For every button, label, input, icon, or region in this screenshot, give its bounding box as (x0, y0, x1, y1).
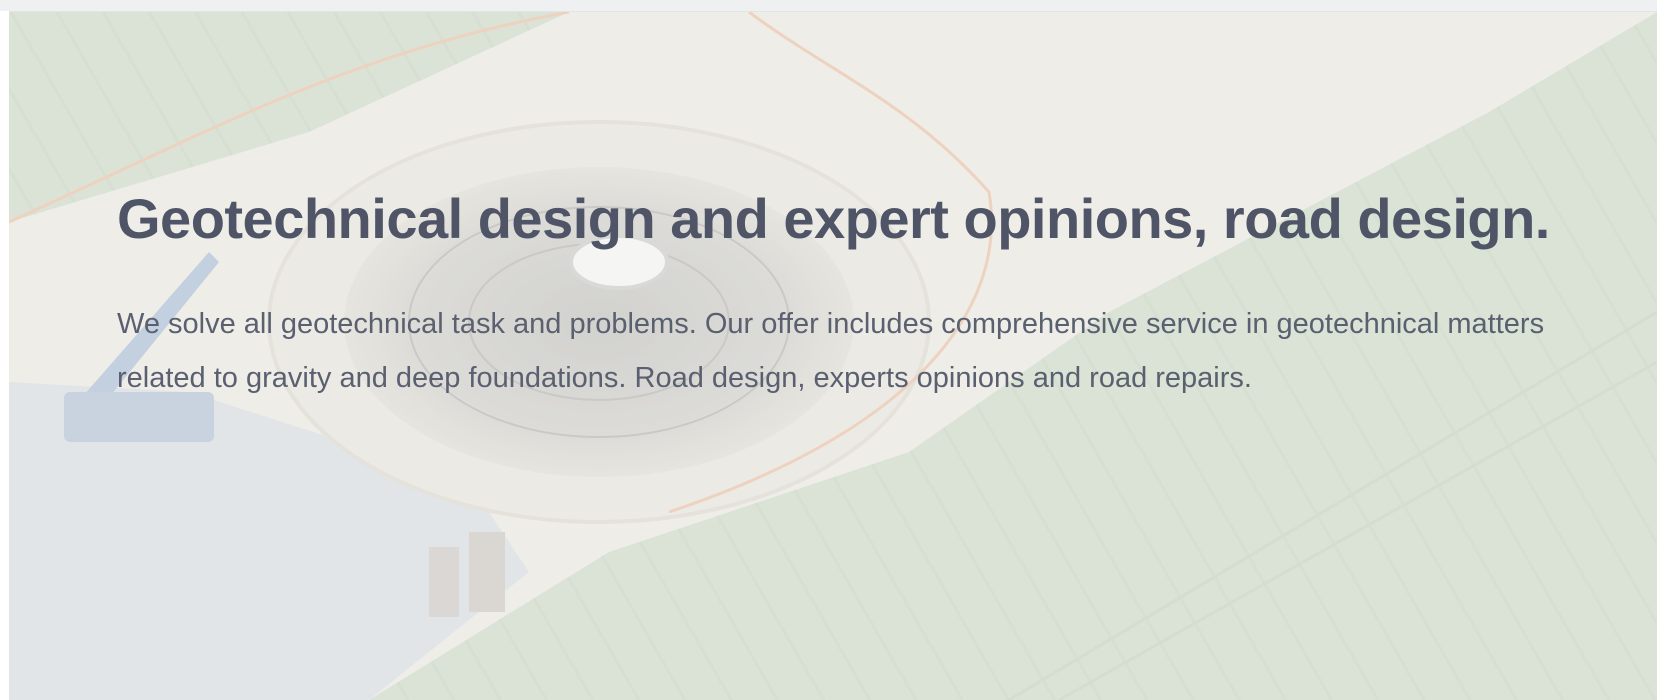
hero-content: Geotechnical design and expert opinions,… (117, 187, 1567, 405)
hero-description: We solve all geotechnical task and probl… (117, 308, 1545, 394)
hero-title: Geotechnical design and expert opinions,… (117, 187, 1550, 250)
hero-section: Geotechnical design and expert opinions,… (9, 12, 1657, 700)
left-edge (0, 11, 9, 700)
top-bar (0, 0, 1657, 12)
